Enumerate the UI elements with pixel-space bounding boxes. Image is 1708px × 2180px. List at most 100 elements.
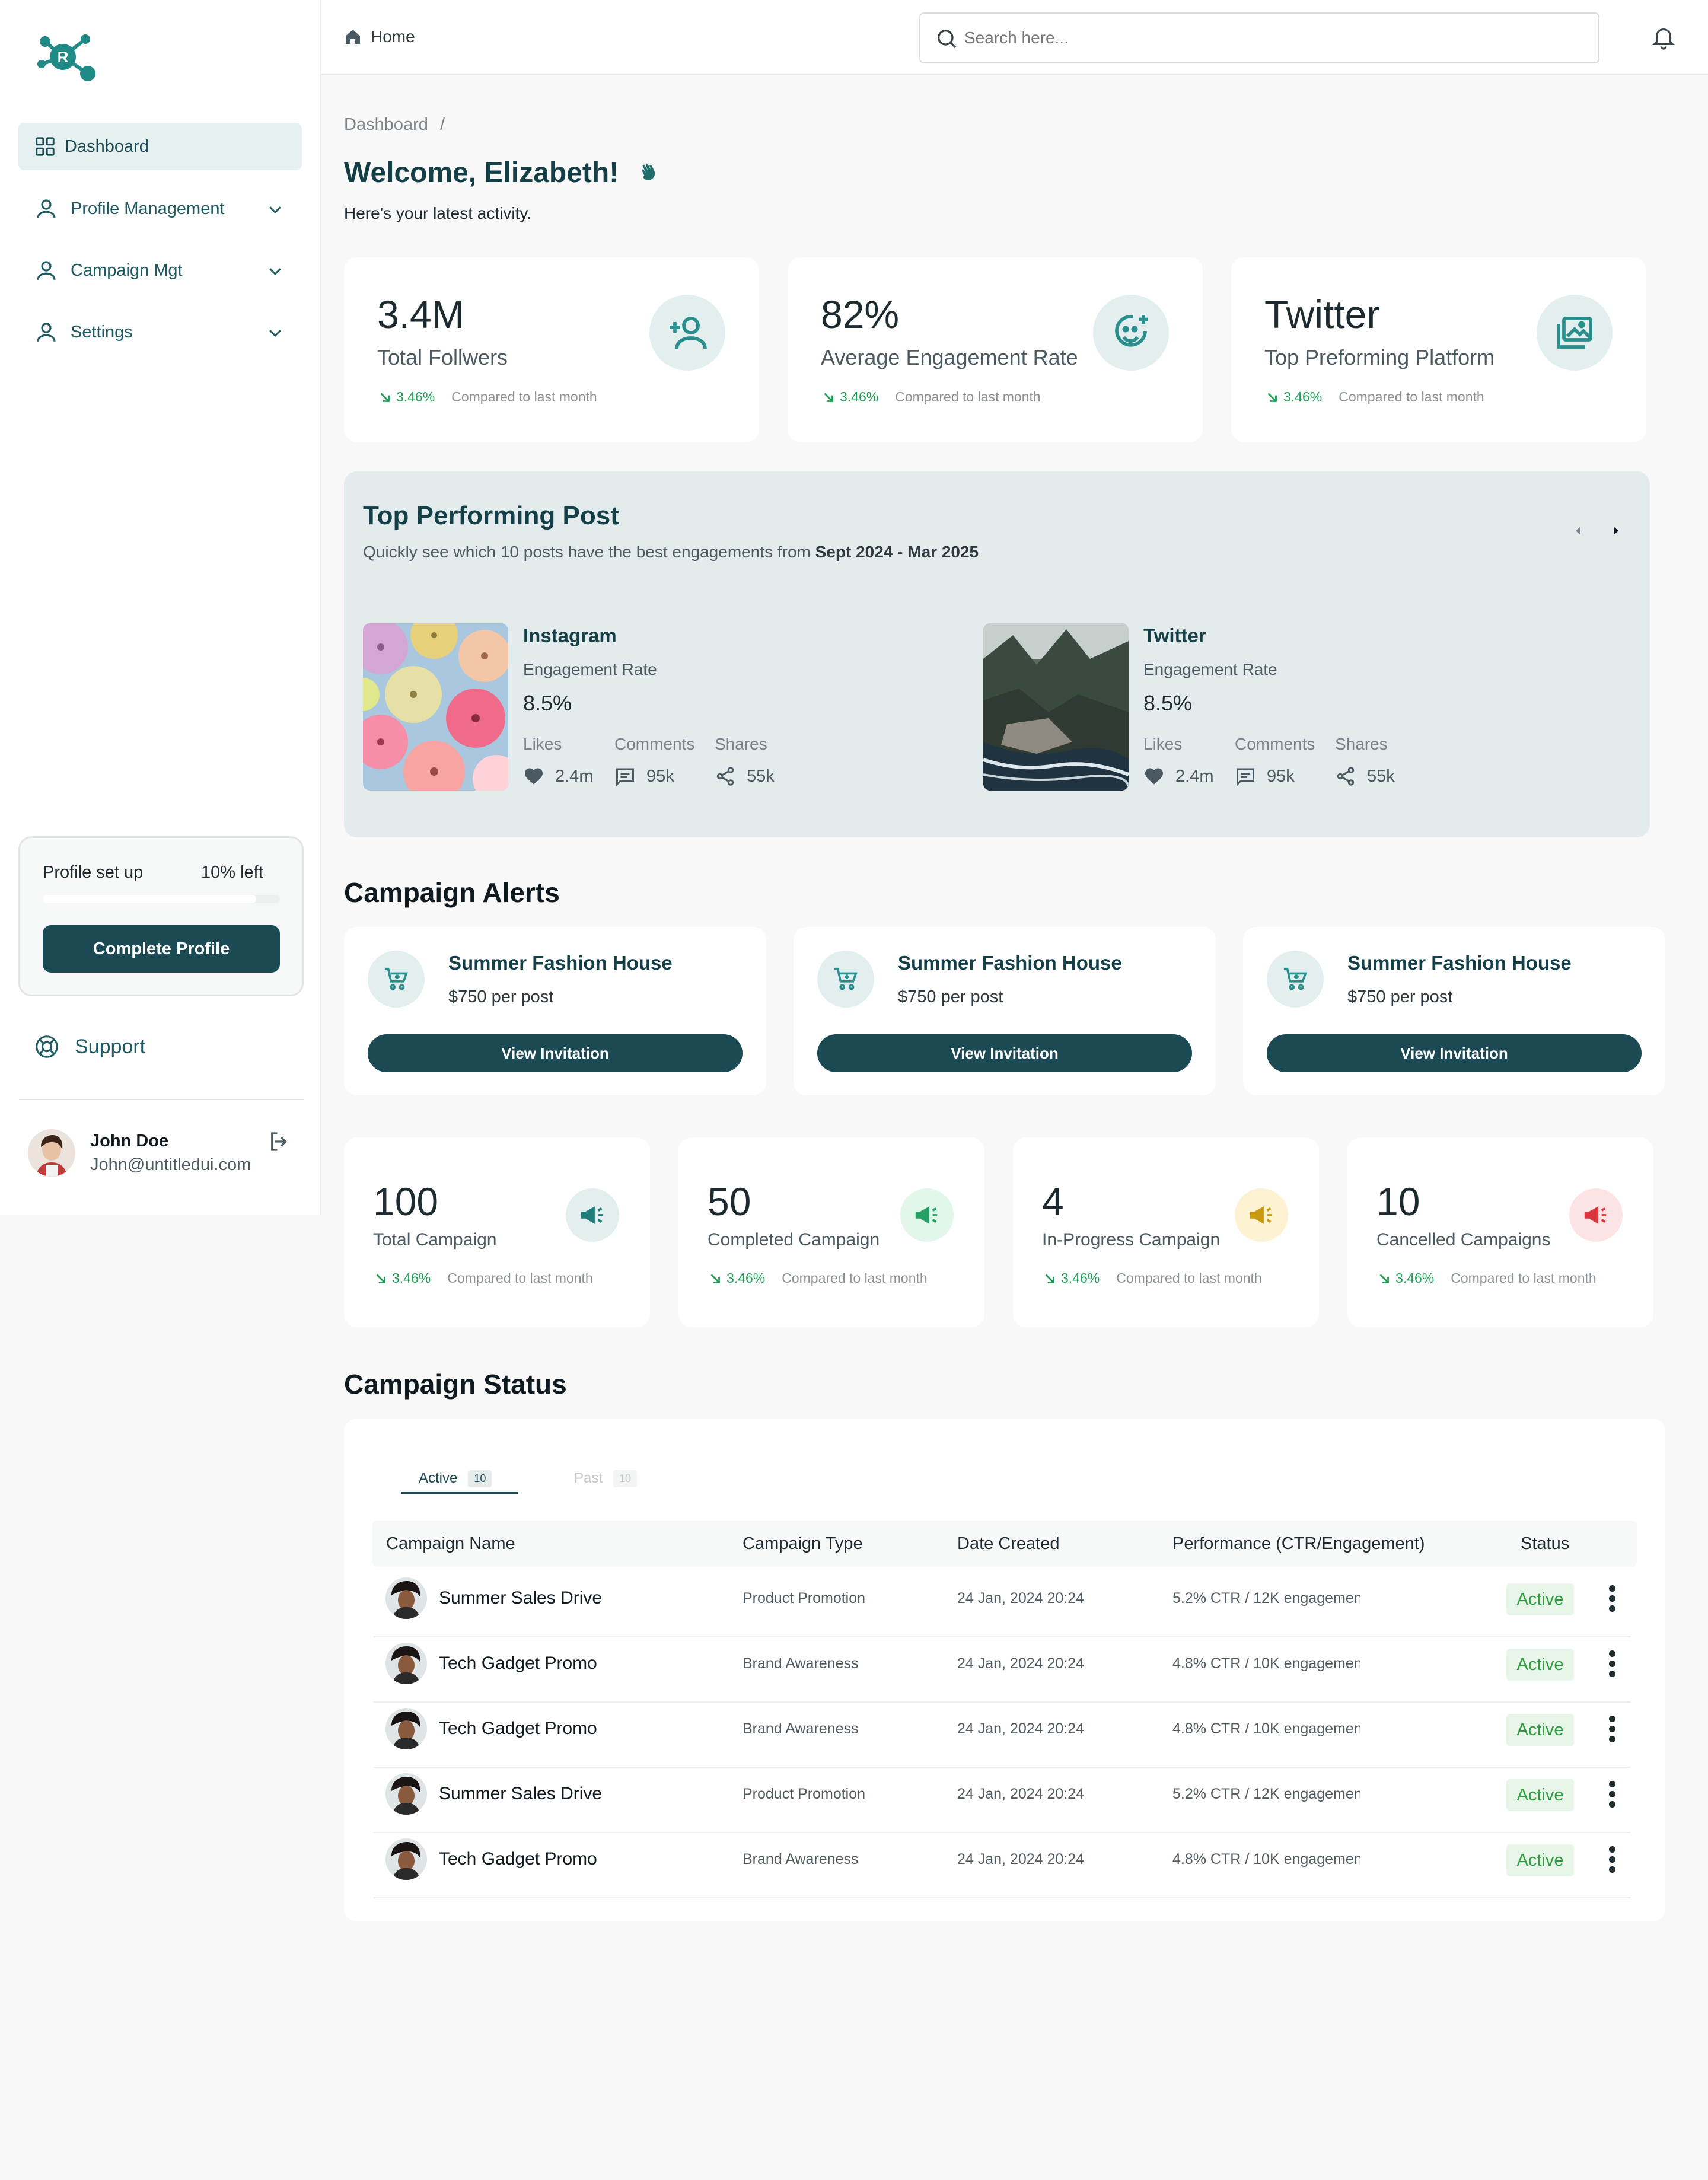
- cart-plus-icon: [817, 951, 874, 1008]
- stat-trend: 3.46% Compared to last month: [1042, 1270, 1262, 1286]
- megaphone-icon: [900, 1188, 954, 1242]
- sidebar-item-label: Dashboard: [65, 136, 149, 156]
- sidebar-item-settings[interactable]: Settings: [18, 308, 302, 356]
- arrow-down-right-icon: [821, 390, 836, 405]
- stat-label: Total Campaign: [373, 1230, 497, 1250]
- profile-setup-card: Profile set up 10% left Complete Profile: [18, 836, 304, 996]
- campaign-type: Product Promotion: [743, 1786, 866, 1802]
- column-header-type: Campaign Type: [743, 1534, 863, 1553]
- stat-value: Twitter: [1264, 292, 1380, 336]
- breadcrumb-item[interactable]: Dashboard: [344, 115, 428, 134]
- chevron-down-icon[interactable]: [266, 262, 284, 280]
- status-badge: Active: [1506, 1583, 1574, 1615]
- view-invitation-button[interactable]: View Invitation: [1267, 1034, 1642, 1072]
- lifebuoy-icon: [33, 1033, 60, 1060]
- avatar: [385, 1708, 427, 1749]
- view-invitation-button[interactable]: View Invitation: [817, 1034, 1192, 1072]
- sidebar-item-dashboard[interactable]: Dashboard: [18, 123, 302, 170]
- logout-icon[interactable]: [267, 1129, 292, 1154]
- campaign-name[interactable]: Tech Gadget Promo: [439, 1719, 597, 1739]
- sidebar-item-profile-management[interactable]: Profile Management: [18, 185, 302, 232]
- tab-active[interactable]: Active 10: [401, 1464, 492, 1493]
- row-divider: [374, 1832, 1631, 1833]
- sidebar-item-label: Campaign Mgt: [71, 260, 183, 280]
- comments-label: Comments: [1235, 735, 1315, 753]
- stat-trend: 3.46% Compared to last month: [377, 389, 597, 405]
- view-invitation-button[interactable]: View Invitation: [368, 1034, 743, 1072]
- subtitle-text: Quickly see which 10 posts have the best…: [363, 543, 815, 561]
- tab-label: Past: [574, 1470, 603, 1486]
- heart-icon: [1143, 766, 1165, 787]
- post-thumbnail-instagram[interactable]: [363, 623, 508, 791]
- likes-value: 2.4m: [1175, 766, 1214, 786]
- carousel-prev-icon[interactable]: [1572, 524, 1586, 538]
- campaign-alert-card: Summer Fashion House $750 per post View …: [794, 927, 1216, 1095]
- shares-value: 55k: [1367, 766, 1395, 786]
- grid-icon: [34, 135, 56, 158]
- campaign-name[interactable]: Summer Sales Drive: [439, 1784, 602, 1804]
- row-divider: [374, 1701, 1631, 1703]
- breadcrumb: Dashboard /: [344, 115, 445, 135]
- comment-icon: [614, 766, 636, 787]
- column-header-status: Status: [1521, 1534, 1570, 1553]
- trend-value: 3.46%: [840, 389, 879, 404]
- date-created: 24 Jan, 2024 20:24: [957, 1786, 1085, 1802]
- comments-count: 95k: [614, 766, 674, 787]
- comments-count: 95k: [1235, 766, 1295, 787]
- trend-value: 3.46%: [1395, 1270, 1435, 1286]
- status-badge: Active: [1506, 1779, 1574, 1811]
- profile-progress-fill: [43, 895, 256, 903]
- page-title: Welcome, Elizabeth!: [344, 157, 619, 189]
- profile-setup-remaining: 10% left: [201, 863, 263, 882]
- complete-profile-button[interactable]: Complete Profile: [43, 925, 280, 973]
- comments-value: 95k: [646, 766, 674, 786]
- cart-plus-icon: [1267, 951, 1324, 1008]
- section-title-campaign-alerts: Campaign Alerts: [344, 877, 560, 908]
- bell-icon[interactable]: [1650, 24, 1677, 51]
- campaign-name[interactable]: Tech Gadget Promo: [439, 1849, 597, 1869]
- stat-card-followers: 3.4M Total Follwers 3.46% Compared to la…: [344, 257, 759, 442]
- likes-label: Likes: [523, 735, 562, 753]
- brand-logo[interactable]: R: [37, 31, 98, 84]
- more-options-icon[interactable]: [1606, 1585, 1618, 1615]
- subtitle-range: Sept 2024 - Mar 2025: [815, 543, 979, 561]
- search-bar[interactable]: [919, 12, 1599, 63]
- sidebar-item-campaign-mgt[interactable]: Campaign Mgt: [18, 247, 302, 294]
- more-options-icon[interactable]: [1606, 1716, 1618, 1746]
- tab-count: 10: [468, 1470, 492, 1487]
- post-thumbnail-twitter[interactable]: [983, 623, 1129, 791]
- alert-price: $750 per post: [1347, 987, 1453, 1006]
- share-icon: [1335, 766, 1356, 787]
- campaign-stat-card: 4 In-Progress Campaign 3.46% Compared to…: [1013, 1137, 1319, 1327]
- carousel-next-icon[interactable]: [1608, 524, 1623, 538]
- support-link[interactable]: Support: [33, 1033, 145, 1060]
- campaign-name[interactable]: Tech Gadget Promo: [439, 1653, 597, 1674]
- trend-compare: Compared to last month: [782, 1270, 928, 1286]
- stat-label: Completed Campaign: [708, 1230, 880, 1250]
- tab-past[interactable]: Past 10: [557, 1464, 638, 1493]
- campaign-stat-card: 50 Completed Campaign 3.46% Compared to …: [678, 1137, 984, 1327]
- trend-compare: Compared to last month: [1451, 1270, 1597, 1286]
- home-link[interactable]: Home: [343, 27, 415, 46]
- more-options-icon[interactable]: [1606, 1650, 1618, 1681]
- chevron-down-icon[interactable]: [266, 200, 284, 218]
- search-input[interactable]: [964, 28, 1598, 47]
- more-options-icon[interactable]: [1606, 1846, 1618, 1876]
- svg-text:R: R: [58, 48, 69, 66]
- campaign-alert-card: Summer Fashion House $750 per post View …: [344, 927, 766, 1095]
- campaign-name[interactable]: Summer Sales Drive: [439, 1588, 602, 1608]
- column-header-name: Campaign Name: [386, 1534, 515, 1553]
- stat-trend: 3.46% Compared to last month: [373, 1270, 593, 1286]
- avatar[interactable]: [28, 1129, 75, 1177]
- user-icon: [34, 320, 59, 345]
- stat-label: In-Progress Campaign: [1042, 1230, 1221, 1250]
- likes-value: 2.4m: [555, 766, 594, 786]
- trend-compare: Compared to last month: [895, 389, 1041, 404]
- more-options-icon[interactable]: [1606, 1781, 1618, 1811]
- trend-compare: Compared to last month: [1339, 389, 1484, 404]
- campaign-type: Brand Awareness: [743, 1851, 859, 1867]
- date-created: 24 Jan, 2024 20:24: [957, 1590, 1085, 1607]
- user-icon: [34, 196, 59, 221]
- chevron-down-icon[interactable]: [266, 324, 284, 342]
- arrow-down-right-icon: [708, 1271, 723, 1286]
